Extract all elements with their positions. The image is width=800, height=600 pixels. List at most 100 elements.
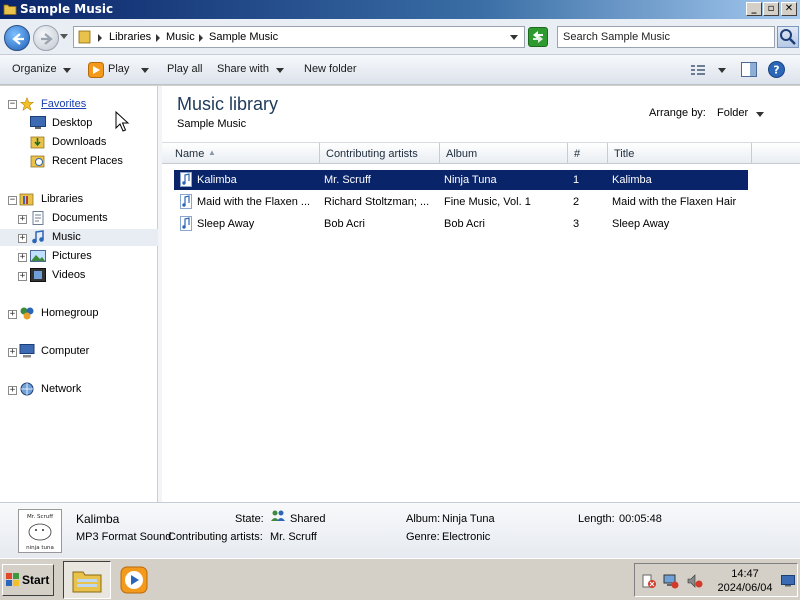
column-header-title[interactable]: Title	[608, 143, 752, 164]
libraries-icon	[19, 193, 34, 206]
search-button[interactable]	[777, 26, 799, 48]
column-header-row: Name ▲ Contributing artists Album # Titl…	[162, 142, 800, 164]
cell-artist: Bob Acri	[324, 218, 365, 230]
help-icon[interactable]: ?	[768, 61, 785, 78]
expand-network[interactable]: +	[8, 386, 17, 395]
details-genre-value[interactable]: Electronic	[442, 531, 490, 543]
refresh-icon	[533, 31, 543, 43]
organize-button[interactable]: Organize	[12, 63, 57, 75]
taskbar-media-player-button[interactable]	[118, 564, 150, 596]
nav-homegroup[interactable]: Homegroup	[19, 306, 149, 322]
file-row[interactable]: Sleep Away Bob Acri Bob Acri 3 Sleep Away	[174, 214, 748, 234]
cell-name: Maid with the Flaxen ...	[197, 196, 311, 208]
cell-title: Maid with the Flaxen Hair	[612, 196, 737, 208]
collapse-libraries[interactable]: −	[8, 196, 17, 205]
column-header-artists[interactable]: Contributing artists	[320, 143, 440, 164]
address-field[interactable]: Libraries Music Sample Music	[73, 26, 525, 48]
action-center-warning-icon[interactable]	[641, 573, 657, 589]
refresh-button[interactable]	[528, 27, 548, 47]
mouse-cursor-icon	[115, 111, 130, 132]
preview-pane-icon[interactable]	[741, 62, 757, 77]
nav-pictures[interactable]: Pictures	[30, 249, 150, 265]
breadcrumb-separator[interactable]	[98, 34, 102, 42]
cell-track-number: 3	[573, 218, 580, 230]
album-art-image: Mr. Scruff ninja tuna	[26, 514, 54, 551]
clock-time: 14:47	[731, 568, 759, 580]
view-options-icon[interactable]	[690, 63, 706, 77]
expand-computer[interactable]: +	[8, 348, 17, 357]
start-button[interactable]: Start	[2, 564, 54, 596]
breadcrumb-music[interactable]: Music	[166, 31, 195, 43]
expand-documents[interactable]: +	[18, 215, 27, 224]
arrange-by-value[interactable]: Folder	[717, 107, 748, 119]
share-with-button[interactable]: Share with	[217, 63, 269, 75]
column-header-spacer	[752, 143, 800, 164]
notification-area: 14:47 2024/06/04	[634, 563, 798, 597]
expand-music[interactable]: +	[18, 234, 27, 243]
nav-recent-places[interactable]: Recent Places	[30, 154, 150, 170]
nav-documents[interactable]: Documents	[30, 211, 150, 227]
music-note-icon	[32, 230, 44, 244]
cell-album: Ninja Tuna	[444, 174, 497, 186]
file-row[interactable]: Maid with the Flaxen ... Richard Stoltzma…	[174, 192, 748, 212]
back-button[interactable]	[4, 25, 30, 51]
view-dropdown[interactable]	[718, 68, 726, 73]
play-button[interactable]: Play	[108, 63, 129, 75]
taskbar-explorer-button[interactable]	[63, 561, 111, 599]
system-clock[interactable]: 14:47 2024/06/04	[715, 567, 775, 595]
forward-button[interactable]	[33, 25, 59, 51]
network-status-icon[interactable]	[663, 573, 679, 589]
clock-date: 2024/06/04	[717, 582, 773, 594]
command-bar: Organize Play Play all Share with New fo…	[0, 55, 800, 85]
file-row[interactable]: Kalimba Mr. Scruff Ninja Tuna 1 Kalimba	[174, 170, 748, 190]
play-icon	[88, 62, 104, 78]
details-length-label: Length:	[578, 513, 615, 525]
explorer-folder-icon	[72, 571, 102, 593]
nav-desktop[interactable]: Desktop	[30, 116, 150, 132]
show-desktop-icon[interactable]	[781, 575, 795, 587]
album-art-artist: Mr. Scruff	[27, 514, 53, 520]
collapse-favorites[interactable]: −	[8, 100, 17, 109]
nav-videos[interactable]: Videos	[30, 268, 150, 284]
organize-dropdown[interactable]	[63, 68, 71, 73]
search-input[interactable]: Search Sample Music	[557, 26, 775, 48]
play-dropdown[interactable]	[141, 68, 149, 73]
nav-computer[interactable]: Computer	[19, 344, 149, 360]
expand-videos[interactable]: +	[18, 272, 27, 281]
details-album-value[interactable]: Ninja Tuna	[442, 513, 495, 525]
pictures-icon	[30, 250, 46, 262]
taskbar: Start 14:47 2024/06/04	[0, 558, 800, 600]
recent-pages-dropdown[interactable]	[60, 34, 68, 40]
details-contrib-label: Contributing artists:	[168, 531, 263, 543]
expand-homegroup[interactable]: +	[8, 310, 17, 319]
minimize-button[interactable]: _	[746, 2, 762, 16]
column-name-label: Name	[175, 148, 205, 160]
nav-music[interactable]: Music	[30, 230, 150, 246]
column-header-album[interactable]: Album	[440, 143, 568, 164]
computer-icon	[19, 344, 35, 358]
details-contrib-value[interactable]: Mr. Scruff	[270, 531, 317, 543]
breadcrumb-separator[interactable]	[199, 34, 203, 42]
nav-libraries[interactable]: Libraries	[19, 192, 149, 208]
play-all-button[interactable]: Play all	[167, 63, 202, 75]
breadcrumb-libraries[interactable]: Libraries	[109, 31, 151, 43]
breadcrumb-separator[interactable]	[156, 34, 160, 42]
arrange-by-dropdown[interactable]	[756, 112, 764, 117]
title-bar[interactable]: Sample Music _ ▫ ✕	[0, 0, 800, 19]
column-header-name[interactable]: Name ▲	[162, 143, 320, 164]
breadcrumb-sample-music[interactable]: Sample Music	[209, 31, 278, 43]
restore-button[interactable]: ▫	[763, 2, 779, 16]
address-bar-area: Libraries Music Sample Music Search Samp…	[0, 19, 800, 55]
album-art-thumbnail: Mr. Scruff ninja tuna	[18, 509, 62, 553]
share-with-dropdown[interactable]	[276, 68, 284, 73]
address-history-dropdown[interactable]	[510, 35, 518, 40]
nav-network[interactable]: Network	[19, 382, 149, 398]
new-folder-button[interactable]: New folder	[304, 63, 357, 75]
expand-pictures[interactable]: +	[18, 253, 27, 262]
volume-muted-icon[interactable]	[687, 573, 703, 589]
nav-downloads[interactable]: Downloads	[30, 135, 150, 151]
star-icon	[20, 97, 34, 111]
close-button[interactable]: ✕	[781, 2, 797, 16]
column-header-track-number[interactable]: #	[568, 143, 608, 164]
audio-file-icon	[180, 216, 192, 231]
